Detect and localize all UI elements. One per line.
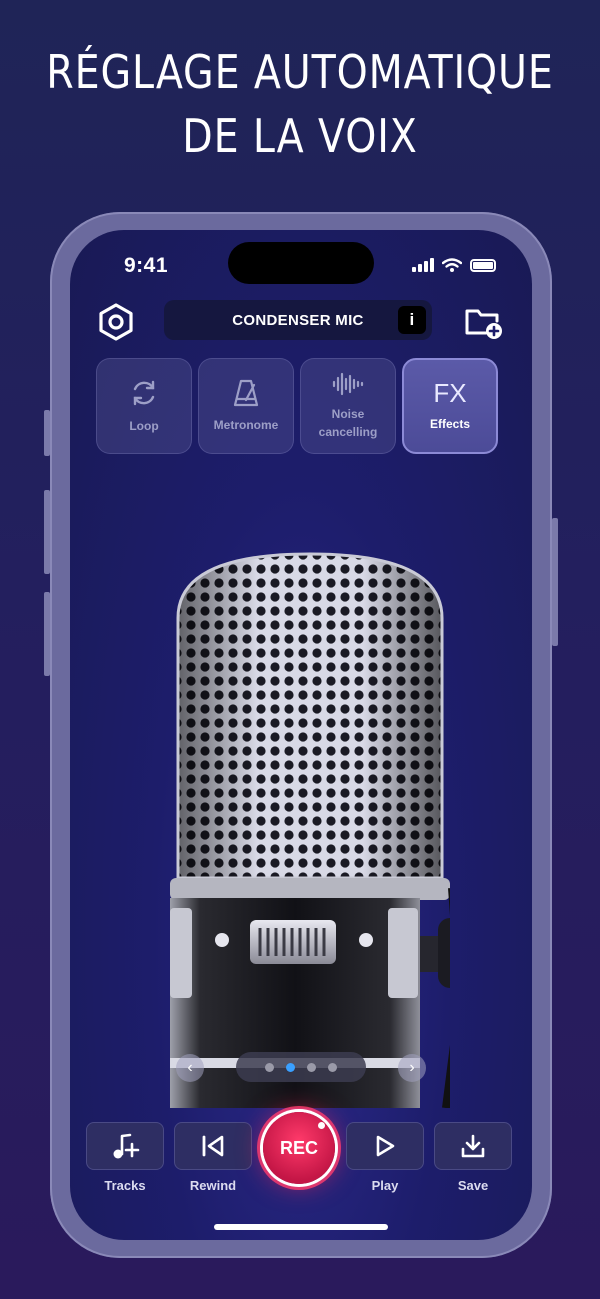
save-button[interactable]: [434, 1122, 512, 1170]
info-button[interactable]: i: [398, 306, 426, 334]
headline-line-1: RÉGLAGE AUTOMATIQUE: [46, 45, 554, 99]
carousel-dot[interactable]: [265, 1062, 274, 1072]
signal-icon: [412, 258, 434, 272]
rec-label: REC: [279, 1137, 318, 1158]
mic-title: CONDENSER MIC: [232, 311, 364, 329]
dynamic-island: [228, 242, 374, 284]
mic-carousel: ‹ ›: [176, 1050, 426, 1084]
mode-loop[interactable]: Loop: [96, 358, 192, 454]
mode-noise-cancelling[interactable]: Noise cancelling: [300, 358, 396, 454]
mode-metronome-label: Metronome: [213, 418, 279, 432]
music-add-icon: [113, 1133, 140, 1159]
home-indicator: [214, 1224, 388, 1230]
carousel-dot[interactable]: [328, 1062, 337, 1072]
mode-metronome[interactable]: Metronome: [198, 358, 294, 454]
rewind-icon: [202, 1135, 224, 1157]
save-label: Save: [457, 1178, 489, 1193]
metronome-icon: [233, 379, 259, 407]
carousel-next-button[interactable]: ›: [398, 1054, 426, 1082]
mode-effects-label: Effects: [429, 417, 470, 431]
mode-selector: Loop Metronome Noise cancelling FX Effec…: [96, 358, 498, 454]
carousel-dot[interactable]: [286, 1062, 295, 1072]
battery-icon: [470, 258, 496, 272]
headline-line-2: DE LA VOIX: [182, 109, 418, 163]
bottom-toolbar: Tracks Rewind REC Play Save: [84, 1112, 518, 1200]
rewind-label: Rewind: [189, 1178, 237, 1193]
hexagon-settings-icon[interactable]: [94, 300, 138, 344]
play-button[interactable]: [346, 1122, 424, 1170]
play-label: Play: [371, 1178, 399, 1193]
mode-loop-label: Loop: [129, 419, 159, 433]
tracks-button[interactable]: [86, 1122, 164, 1170]
status-time: 9:41: [124, 254, 169, 277]
phone-side-button: [44, 490, 50, 574]
record-button[interactable]: REC: [263, 1112, 335, 1184]
waveform-icon: [332, 372, 364, 396]
carousel-dots: [236, 1052, 366, 1082]
mode-effects[interactable]: FX Effects: [402, 358, 498, 454]
microphone-image: [170, 552, 450, 1108]
mode-noise-label: Noise cancelling: [318, 407, 378, 439]
wifi-icon: [442, 258, 462, 272]
carousel-prev-button[interactable]: ‹: [176, 1054, 204, 1082]
carousel-dot[interactable]: [307, 1062, 316, 1072]
headline: RÉGLAGE AUTOMATIQUE DE LA VOIX: [42, 40, 558, 168]
phone-side-button: [44, 592, 50, 676]
info-label: i: [409, 310, 415, 329]
tracks-label: Tracks: [104, 1178, 146, 1193]
fx-icon: FX: [433, 378, 467, 408]
folder-add-icon[interactable]: [462, 300, 506, 344]
rec-indicator: [318, 1122, 325, 1129]
mic-title-bar[interactable]: CONDENSER MIC i: [164, 300, 432, 340]
download-icon: [461, 1134, 485, 1158]
rewind-button[interactable]: [174, 1122, 252, 1170]
phone-screen: 9:41 CONDENSER MIC i Loop Metronome Nois…: [70, 230, 532, 1240]
phone-side-button: [44, 410, 50, 456]
phone-side-button: [552, 518, 558, 646]
loop-icon: [133, 380, 155, 406]
status-icons: [412, 258, 496, 272]
play-icon: [376, 1135, 395, 1157]
